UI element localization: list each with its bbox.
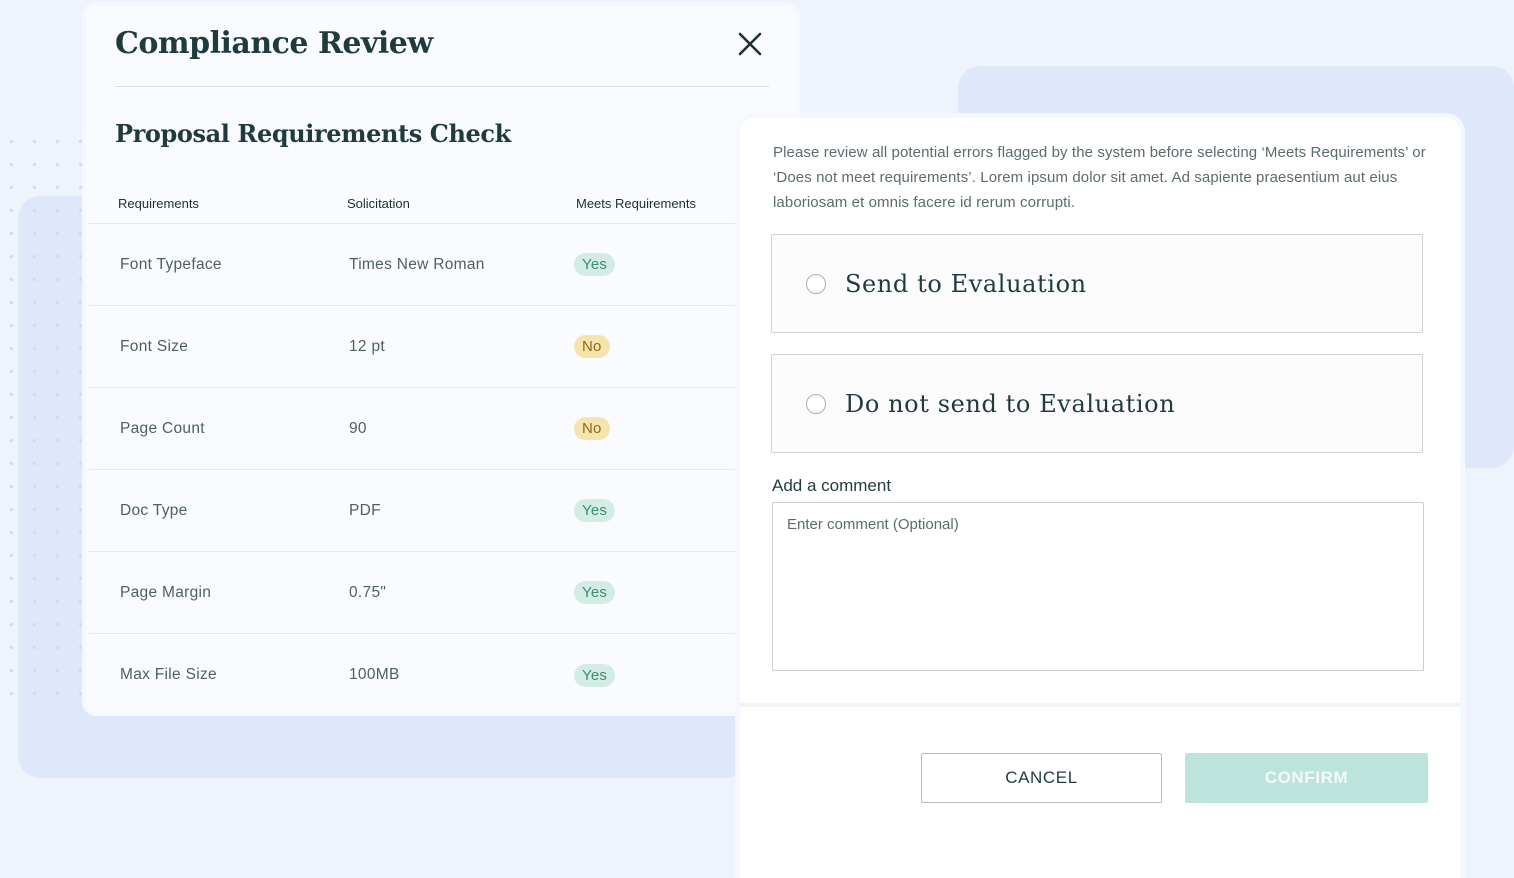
solicitation-cell: PDF [349, 501, 381, 519]
option-label: Send to Evaluation [845, 269, 1087, 298]
confirm-button[interactable]: CONFIRM [1185, 753, 1428, 803]
requirement-cell: Page Count [120, 419, 205, 437]
radio-button[interactable] [806, 273, 826, 294]
requirement-cell: Doc Type [120, 501, 188, 519]
option-label: Do not send to Evaluation [845, 389, 1176, 418]
solicitation-cell: Times New Roman [349, 255, 485, 273]
requirement-cell: Font Typeface [120, 255, 222, 273]
footer-divider [740, 703, 1460, 707]
status-badge: Yes [574, 253, 616, 276]
column-header-solicitation: Solicitation [347, 196, 410, 211]
table-header: Requirements Solicitation Meets Requirem… [89, 184, 743, 224]
instructions-text: Please review all potential errors flagg… [773, 144, 1426, 211]
decision-panel: Please review all potential errors flagg… [740, 118, 1460, 878]
dot-pattern [0, 130, 90, 700]
solicitation-cell: 0.75" [349, 583, 387, 601]
cancel-button[interactable]: CANCEL [921, 753, 1162, 803]
table-row: Page Count 90 No [89, 388, 743, 470]
requirement-cell: Font Size [120, 337, 189, 355]
comment-input[interactable] [772, 502, 1424, 671]
column-header-requirements: Requirements [118, 196, 199, 211]
requirements-table: Requirements Solicitation Meets Requirem… [89, 184, 743, 716]
title-divider [115, 86, 769, 87]
status-badge: Yes [574, 499, 616, 522]
status-badge: Yes [574, 663, 616, 687]
status-badge: No [574, 335, 610, 358]
table-row: Page Margin 0.75" Yes [89, 552, 743, 634]
compliance-review-panel: Compliance Review Proposal Requirements … [86, 6, 796, 712]
comment-label: Add a comment [772, 476, 892, 495]
section-title: Proposal Requirements Check [115, 119, 511, 148]
solicitation-cell: 12 pt [349, 337, 385, 355]
table-row: Font Size 12 pt No [89, 306, 743, 388]
requirement-cell: Page Margin [120, 583, 212, 601]
requirement-cell: Max File Size [120, 666, 217, 683]
table-row: Font Typeface Times New Roman Yes [89, 224, 743, 306]
table-row: Max File Size 100MB Yes [89, 634, 743, 716]
table-row: Doc Type PDF Yes [89, 470, 743, 552]
close-icon[interactable] [736, 30, 764, 58]
status-badge: Yes [574, 581, 616, 604]
status-badge: No [574, 417, 610, 440]
solicitation-cell: 90 [349, 419, 367, 437]
page-title: Compliance Review [115, 26, 433, 61]
column-header-meets-requirements: Meets Requirements [576, 196, 696, 211]
solicitation-cell: 100MB [349, 666, 400, 683]
radio-button[interactable] [806, 393, 826, 414]
option-do-not-send-to-evaluation[interactable]: Do not send to Evaluation [771, 354, 1423, 453]
option-send-to-evaluation[interactable]: Send to Evaluation [771, 234, 1423, 333]
